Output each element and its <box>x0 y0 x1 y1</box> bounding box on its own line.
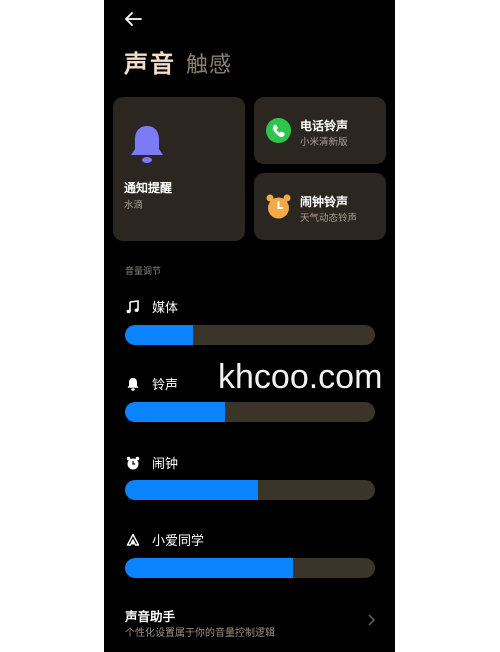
settings-screen: 声音 触感 通知提醒 水滴 电话铃声 小米清新版 闹钟铃声 天气动态铃声 音量调… <box>104 0 395 652</box>
alarm-clock-icon <box>126 456 140 469</box>
media-volume-label: 媒体 <box>152 301 179 316</box>
alarm-volume-label-row: 闹钟 <box>126 453 178 472</box>
ring-volume-label-row: 铃声 <box>126 374 178 393</box>
music-note-icon <box>126 299 139 313</box>
alarm-card[interactable]: 闹钟铃声 天气动态铃声 <box>254 173 386 240</box>
alarm-volume-slider[interactable] <box>125 480 375 500</box>
xiaoai-icon <box>126 533 140 546</box>
ring-volume-slider[interactable] <box>125 402 375 422</box>
volume-section-label: 音量调节 <box>125 267 162 277</box>
notification-card[interactable]: 通知提醒 水滴 <box>113 97 245 241</box>
xiaoai-volume-fill <box>125 558 293 578</box>
chevron-right-icon <box>368 614 375 626</box>
sound-assistant-title: 声音助手 <box>125 609 176 624</box>
sound-assistant-subtitle: 个性化设置属于你的音量控制逻辑 <box>125 628 275 639</box>
alarm-card-subtitle: 天气动态铃声 <box>300 213 358 224</box>
notification-card-subtitle: 水滴 <box>124 200 144 211</box>
ring-volume-label: 铃声 <box>152 378 179 393</box>
watermark-text: khcoo.com <box>218 358 383 396</box>
back-arrow-icon[interactable] <box>122 8 144 30</box>
xiaoai-volume-label-row: 小爱同学 <box>126 530 204 549</box>
ringtone-card-title: 电话铃声 <box>300 119 349 133</box>
ring-volume-fill <box>125 402 225 422</box>
alarm-clock-color-icon <box>266 194 291 219</box>
media-volume-label-row: 媒体 <box>126 297 178 316</box>
media-volume-slider[interactable] <box>125 325 375 345</box>
xiaoai-volume-slider[interactable] <box>125 558 375 578</box>
bell-icon <box>131 126 163 163</box>
alarm-volume-fill <box>125 480 258 500</box>
header-tabs: 声音 触感 <box>124 44 232 79</box>
phone-icon <box>266 118 291 143</box>
ringtone-card-subtitle: 小米清新版 <box>300 137 348 148</box>
ringtone-card[interactable]: 电话铃声 小米清新版 <box>254 97 386 164</box>
xiaoai-volume-label: 小爱同学 <box>152 534 205 549</box>
alarm-volume-label: 闹钟 <box>152 457 179 472</box>
tab-haptics[interactable]: 触感 <box>186 47 232 79</box>
alarm-card-title: 闹钟铃声 <box>300 195 349 209</box>
notification-card-title: 通知提醒 <box>124 181 173 195</box>
tab-sound[interactable]: 声音 <box>124 44 176 79</box>
media-volume-fill <box>125 325 193 345</box>
bell-icon <box>127 377 139 391</box>
